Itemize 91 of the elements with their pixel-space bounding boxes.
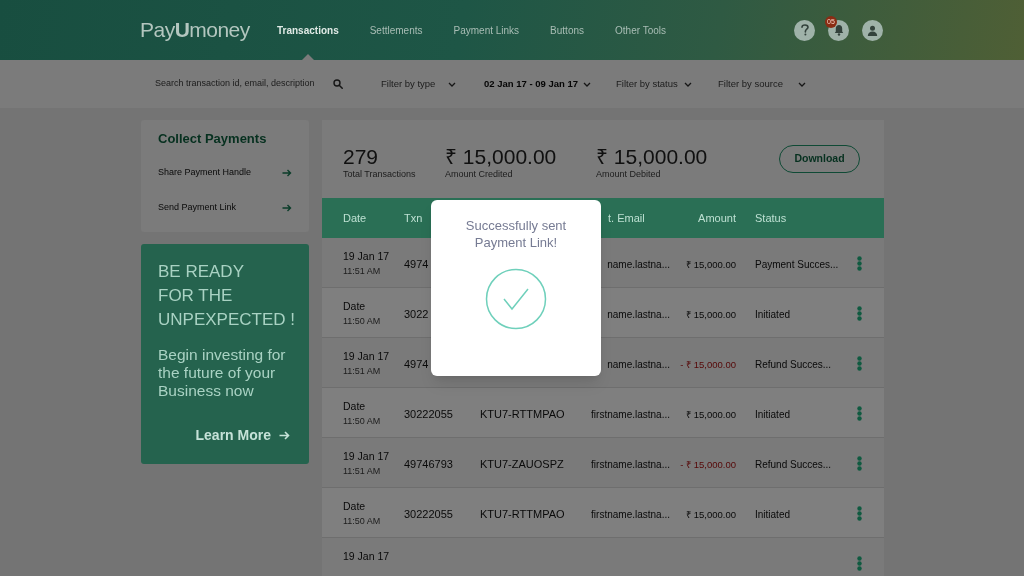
table-cell: 30222055 (404, 507, 453, 520)
search-icon[interactable] (333, 79, 343, 89)
more-options-icon[interactable] (857, 556, 862, 571)
table-cell: Payment Succes... (755, 258, 839, 270)
stat-value: ₹ 15,000.00 (596, 144, 709, 169)
column-header: Status (755, 211, 787, 224)
arrow-right-icon (282, 203, 292, 212)
column-header: t. Email (608, 211, 645, 224)
table-cell: Initiated (755, 408, 791, 420)
stat-label: Amount Credited (445, 168, 514, 180)
table-cell: KTU7-RTTMPAO (480, 407, 565, 420)
table-cell: 49746793 (404, 457, 453, 470)
table-cell: Initiated (755, 308, 791, 320)
chevron-down-icon (684, 81, 692, 87)
nav-tab[interactable]: Payment Links (453, 0, 520, 60)
nav-tab[interactable]: Settlements (369, 0, 423, 60)
date-text: Date (343, 500, 367, 513)
nav-tab[interactable]: Buttons (550, 0, 585, 60)
time-text: 11:50 AM (343, 316, 382, 327)
table-cell: 4974 (404, 257, 429, 270)
amount-text: ₹ 15,000.00 (686, 508, 736, 520)
column-header: Date (343, 211, 367, 224)
help-button[interactable] (794, 19, 815, 41)
user-icon (867, 24, 878, 36)
notifications-button[interactable] (828, 19, 849, 41)
time-text: 11:50 AM (343, 416, 382, 427)
arrow-right-icon (279, 431, 290, 440)
payment-option[interactable]: Share Payment Handle (158, 155, 292, 190)
amount-text: ₹ 15,000.00 (686, 308, 736, 320)
table-row[interactable]: Date 11:50 AM 30222055 KTU7-RTTMPAO firstname.lastna... ₹ 15,000.00 Initiated (322, 388, 884, 438)
more-options-icon[interactable] (857, 406, 862, 421)
table-cell: firstname.lastna... (591, 458, 670, 470)
filter-dropdown[interactable]: Filter by type (381, 76, 456, 92)
more-options-icon[interactable] (857, 256, 862, 271)
table-cell: KTU7-RTTMPAO (480, 507, 565, 520)
stat-label: Total Transactions (343, 168, 417, 180)
chevron-down-icon (448, 81, 456, 87)
time-text: 11:50 AM (343, 516, 382, 527)
table-cell: KTU7-ZAUOSPZ (480, 457, 564, 470)
time-text: 11:51 AM (343, 466, 382, 477)
stat-label: Amount Debited (596, 168, 662, 180)
chevron-down-icon (583, 81, 591, 87)
table-cell: 30222055 (404, 407, 453, 420)
table-cell: firstname.lastna... (591, 408, 670, 420)
table-cell: Initiated (755, 508, 791, 520)
more-options-icon[interactable] (857, 306, 862, 321)
amount-text: - ₹ 15,000.00 (680, 458, 736, 470)
filter-dropdown[interactable]: Filter by source (718, 76, 806, 92)
promo-text: Begin investing for the future of your Business now (158, 346, 287, 400)
help-icon (800, 24, 809, 36)
date-text: 19 Jan 17 (343, 250, 391, 263)
table-cell: 4974 (404, 357, 429, 370)
date-text: 19 Jan 17 (343, 450, 391, 463)
table-cell: Refund Succes... (755, 358, 832, 370)
date-text: Date (343, 300, 367, 313)
filter-dropdown[interactable]: Filter by status (616, 76, 692, 92)
filter-dropdown[interactable]: 02 Jan 17 - 09 Jan 17 (484, 76, 591, 92)
search-field[interactable]: Search transaction id, email, description (155, 77, 329, 91)
promo-heading: BE READY FOR THE UNPEXPECTED ! (158, 261, 295, 331)
column-header: Txn (404, 211, 423, 224)
more-options-icon[interactable] (857, 506, 862, 521)
amount-text: - ₹ 15,000.00 (680, 358, 736, 370)
logo[interactable]: PayUmoney (140, 14, 277, 46)
payment-option[interactable]: Send Payment Link (158, 190, 292, 225)
table-cell: name.lastna... (607, 258, 670, 270)
time-text: 11:51 AM (343, 266, 382, 277)
table-cell: 3022 (404, 307, 429, 320)
column-header: Amount (698, 211, 736, 224)
nav-tab[interactable]: Other Tools (615, 0, 666, 60)
table-row[interactable]: Date 11:50 AM 30222055 KTU7-RTTMPAO firstname.lastna... ₹ 15,000.00 Initiated (322, 488, 884, 538)
amount-text: ₹ 15,000.00 (686, 258, 736, 270)
table-cell: name.lastna... (607, 308, 670, 320)
time-text: 11:51 AM (343, 366, 382, 377)
arrow-right-icon (282, 168, 292, 177)
chevron-down-icon (798, 81, 806, 87)
card-title: Collect Payments (158, 130, 268, 147)
table-cell: firstname.lastna... (591, 508, 670, 520)
table-cell: Refund Succes... (755, 458, 832, 470)
learn-more-link[interactable]: Learn More (195, 425, 290, 446)
stat-value: ₹ 15,000.00 (445, 144, 558, 169)
check-circle-icon (485, 268, 547, 330)
amount-text: ₹ 15,000.00 (686, 408, 736, 420)
more-options-icon[interactable] (857, 356, 862, 371)
stat-value: 279 (343, 144, 380, 169)
table-cell: name.lastna... (607, 358, 670, 370)
date-text: 19 Jan 17 (343, 350, 391, 363)
profile-button[interactable] (862, 19, 883, 41)
date-text: 19 Jan 17 (343, 550, 391, 563)
more-options-icon[interactable] (857, 456, 862, 471)
date-text: Date (343, 400, 367, 413)
bell-icon (833, 24, 844, 36)
